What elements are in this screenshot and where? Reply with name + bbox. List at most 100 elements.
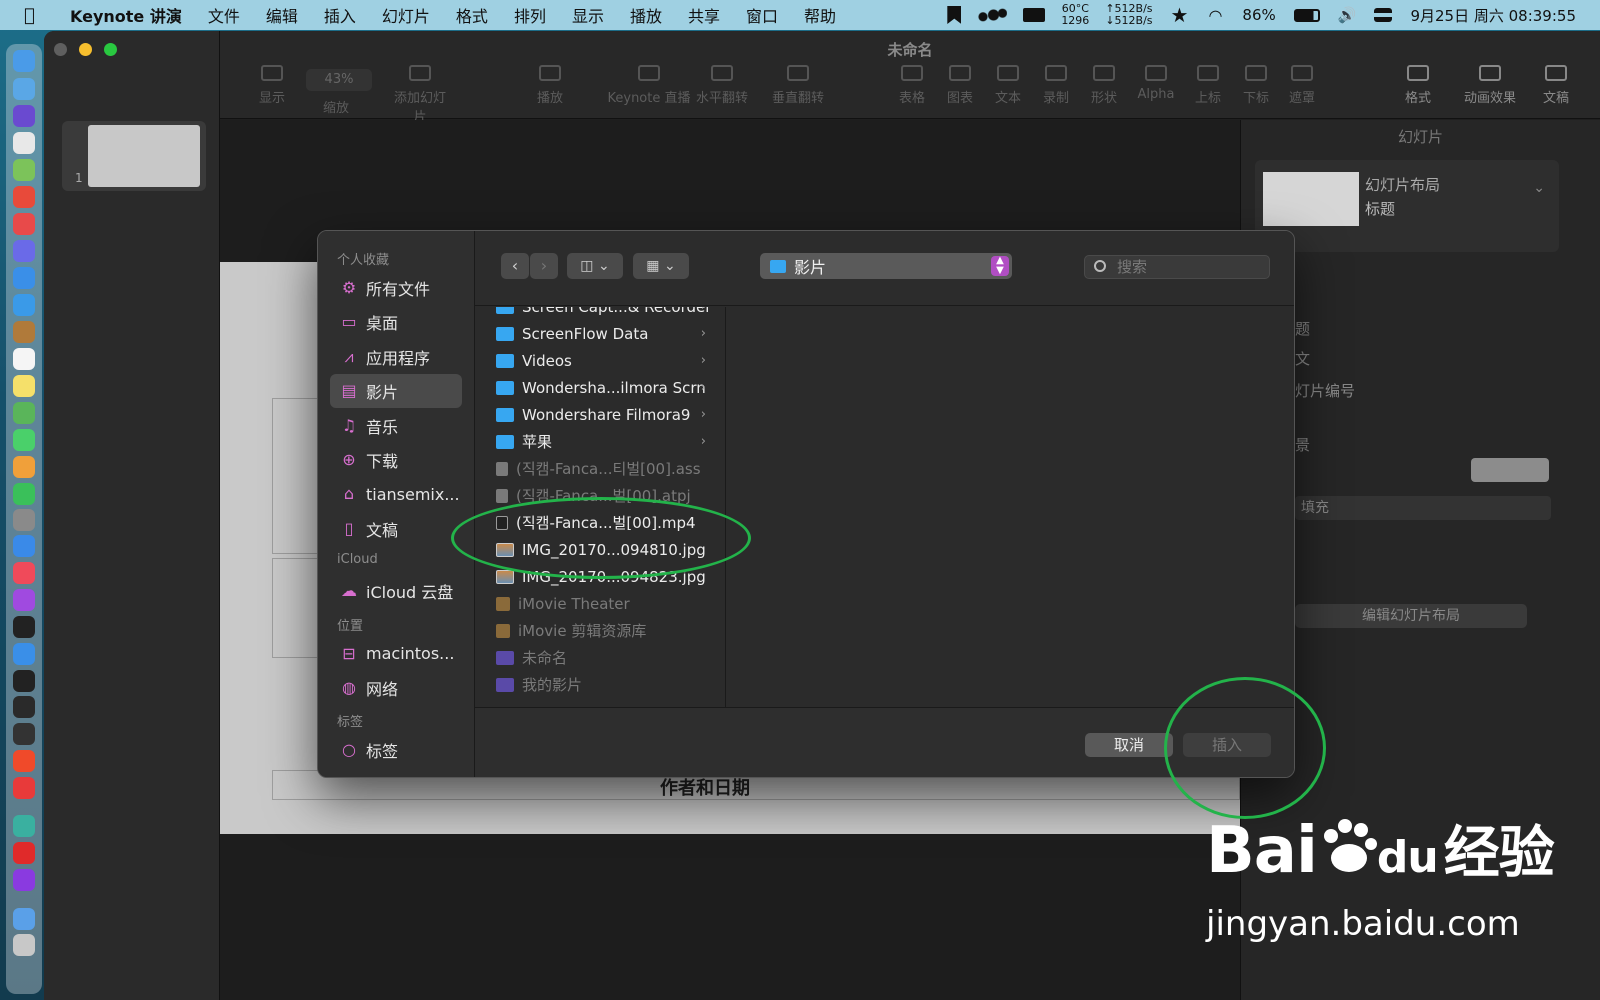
launchpad-icon[interactable] — [13, 132, 35, 154]
folder-row[interactable]: Videos › — [475, 347, 725, 374]
menu-view[interactable]: 显示 — [559, 3, 617, 27]
toolbar-button-shape[interactable]: 形状 — [1074, 65, 1134, 106]
slide-thumbnail-row[interactable]: 1 — [62, 121, 206, 191]
back-button[interactable]: ‹ — [501, 253, 529, 279]
toolbar-button-document[interactable]: 文稿 — [1526, 65, 1586, 106]
inspector-row-body[interactable]: 文 — [1295, 348, 1310, 369]
inspector-row-title[interactable]: 题 — [1295, 318, 1310, 339]
music-icon[interactable] — [13, 562, 35, 584]
menu-window[interactable]: 窗口 — [733, 3, 791, 27]
messages-icon[interactable] — [13, 429, 35, 451]
close-window-button[interactable] — [54, 43, 67, 56]
file-row[interactable]: (직캠-Fanca...티벌[00].ass — [475, 455, 725, 482]
maps-icon[interactable] — [13, 402, 35, 424]
battery-icon[interactable] — [1293, 8, 1320, 22]
sidebar-item-network[interactable]: ◍ 网络 — [330, 671, 462, 705]
podcasts-icon[interactable] — [13, 589, 35, 611]
fill-select[interactable]: 填充 — [1295, 496, 1551, 520]
menu-insert[interactable]: 插入 — [311, 3, 369, 27]
sidebar-item-movies[interactable]: ▤ 影片 — [330, 374, 462, 409]
sidebar-item-gear[interactable]: ⚙ 所有文件 — [330, 271, 462, 305]
safari-icon[interactable] — [13, 78, 35, 100]
android-icon[interactable] — [13, 159, 35, 181]
notes-icon[interactable] — [13, 375, 35, 397]
control-center-icon[interactable] — [1374, 8, 1393, 22]
folder-row[interactable]: Wondershare Filmora9 › — [475, 401, 725, 428]
app-3-icon[interactable] — [13, 869, 35, 891]
minimize-window-button[interactable] — [79, 43, 92, 56]
menu-slide[interactable]: 幻灯片 — [369, 3, 443, 27]
siri-icon[interactable] — [13, 105, 35, 127]
menu-app-name[interactable]: Keynote 讲演 — [54, 3, 195, 27]
netease-icon[interactable] — [13, 842, 35, 864]
inspector-row-slide-number[interactable]: 灯片编号 — [1295, 380, 1355, 401]
title-placeholder[interactable] — [272, 398, 322, 554]
folder-row[interactable]: ScreenFlow Data › — [475, 320, 725, 347]
finder-icon[interactable] — [13, 50, 35, 72]
settings-icon[interactable] — [13, 509, 35, 531]
sidebar-item-document[interactable]: ▯ 文稿 — [330, 512, 462, 546]
slide-thumbnail[interactable] — [88, 125, 200, 187]
sidebar-item-home[interactable]: ⌂ tiansemix... — [330, 477, 462, 511]
search-input[interactable]: 搜索 — [1084, 255, 1270, 279]
menu-share[interactable]: 共享 — [675, 3, 733, 27]
sidebar-item-music[interactable]: ♫ 音乐 — [330, 409, 462, 443]
folder-row[interactable]: Wondersha...ilmora Scrn › — [475, 374, 725, 401]
cancel-button[interactable]: 取消 — [1085, 733, 1173, 757]
chrome-icon[interactable] — [13, 186, 35, 208]
console-icon[interactable] — [13, 723, 35, 745]
calendar-icon[interactable] — [13, 348, 35, 370]
background-color-well[interactable] — [1471, 458, 1549, 482]
keynote-icon[interactable] — [13, 535, 35, 557]
safari-2-icon[interactable] — [13, 267, 35, 289]
downloads-icon[interactable] — [13, 908, 35, 930]
toolbar-button-alpha[interactable]: Alpha — [1126, 65, 1186, 102]
forward-button[interactable]: › — [530, 253, 558, 279]
apple-menu-icon[interactable]:  — [24, 5, 54, 26]
terminal-icon[interactable] — [13, 670, 35, 692]
photos-icon[interactable] — [13, 456, 35, 478]
star-icon[interactable]: ★ — [1161, 3, 1199, 27]
facetime-icon[interactable] — [13, 483, 35, 505]
yandex-icon[interactable] — [13, 777, 35, 799]
sensor-readout[interactable]: 60°C 1296 — [1053, 3, 1097, 27]
tv-icon[interactable] — [13, 616, 35, 638]
toolbar-button-flip-vertical[interactable]: 垂直翻转 — [768, 65, 828, 106]
toolbar-button-view[interactable]: 显示 — [242, 65, 302, 106]
subtitle-placeholder[interactable] — [272, 558, 322, 658]
network-readout[interactable]: ↑512B/s ↓512B/s — [1097, 3, 1160, 27]
toolbar-button-animate[interactable]: 动画效果 — [1460, 65, 1520, 106]
toolbar-button-zoom[interactable]: 43% 缩放 — [306, 69, 372, 116]
display-icon[interactable] — [1023, 8, 1046, 22]
wifi-icon[interactable]: ◠ — [1198, 6, 1232, 25]
menu-arrange[interactable]: 排列 — [501, 3, 559, 27]
toolbar-button-mask[interactable]: 遮罩 — [1272, 65, 1332, 106]
file-row[interactable]: iMovie 剪辑资源库 — [475, 617, 725, 644]
inspector-tab-slide[interactable]: 幻灯片 — [1241, 126, 1600, 147]
menu-file[interactable]: 文件 — [195, 3, 253, 27]
clock-text[interactable]: 9月25日 周六 08:39:55 — [1400, 5, 1586, 26]
notes-app-icon[interactable] — [13, 240, 35, 262]
zoom-level[interactable]: 43% — [306, 69, 372, 91]
menu-edit[interactable]: 编辑 — [253, 3, 311, 27]
bookmark-app-icon[interactable] — [947, 6, 962, 24]
file-row[interactable]: iMovie Theater — [475, 590, 725, 617]
toolbar-button-format[interactable]: 格式 — [1388, 65, 1448, 106]
app-2-icon[interactable] — [13, 815, 35, 837]
sidebar-item-applications[interactable]: ⩘ 应用程序 — [330, 340, 462, 374]
zoom-window-button[interactable] — [104, 43, 117, 56]
toolbar-button-add-slide[interactable]: 添加幻灯片 — [390, 65, 450, 125]
sidebar-item-desktop[interactable]: ▭ 桌面 — [330, 305, 462, 339]
group-view-button[interactable]: ▦ ⌄ — [633, 253, 689, 279]
sidebar-item-download[interactable]: ⊕ 下载 — [330, 443, 462, 477]
toolbar-button-flip-horizontal[interactable]: 水平翻转 — [692, 65, 752, 106]
folder-row[interactable]: 苹果 › — [475, 428, 725, 455]
toolbar-button-play[interactable]: 播放 — [520, 65, 580, 106]
column-view-button[interactable]: ◫ ⌄ — [567, 253, 623, 279]
brave-icon[interactable] — [13, 750, 35, 772]
dots-app-icon[interactable] — [977, 6, 1008, 24]
file-row[interactable]: 我的影片 — [475, 671, 725, 698]
mail-icon[interactable] — [13, 294, 35, 316]
sidebar-item-disk[interactable]: ⊟ macintos... — [330, 637, 462, 671]
volume-icon[interactable]: 🔊 — [1328, 6, 1367, 24]
